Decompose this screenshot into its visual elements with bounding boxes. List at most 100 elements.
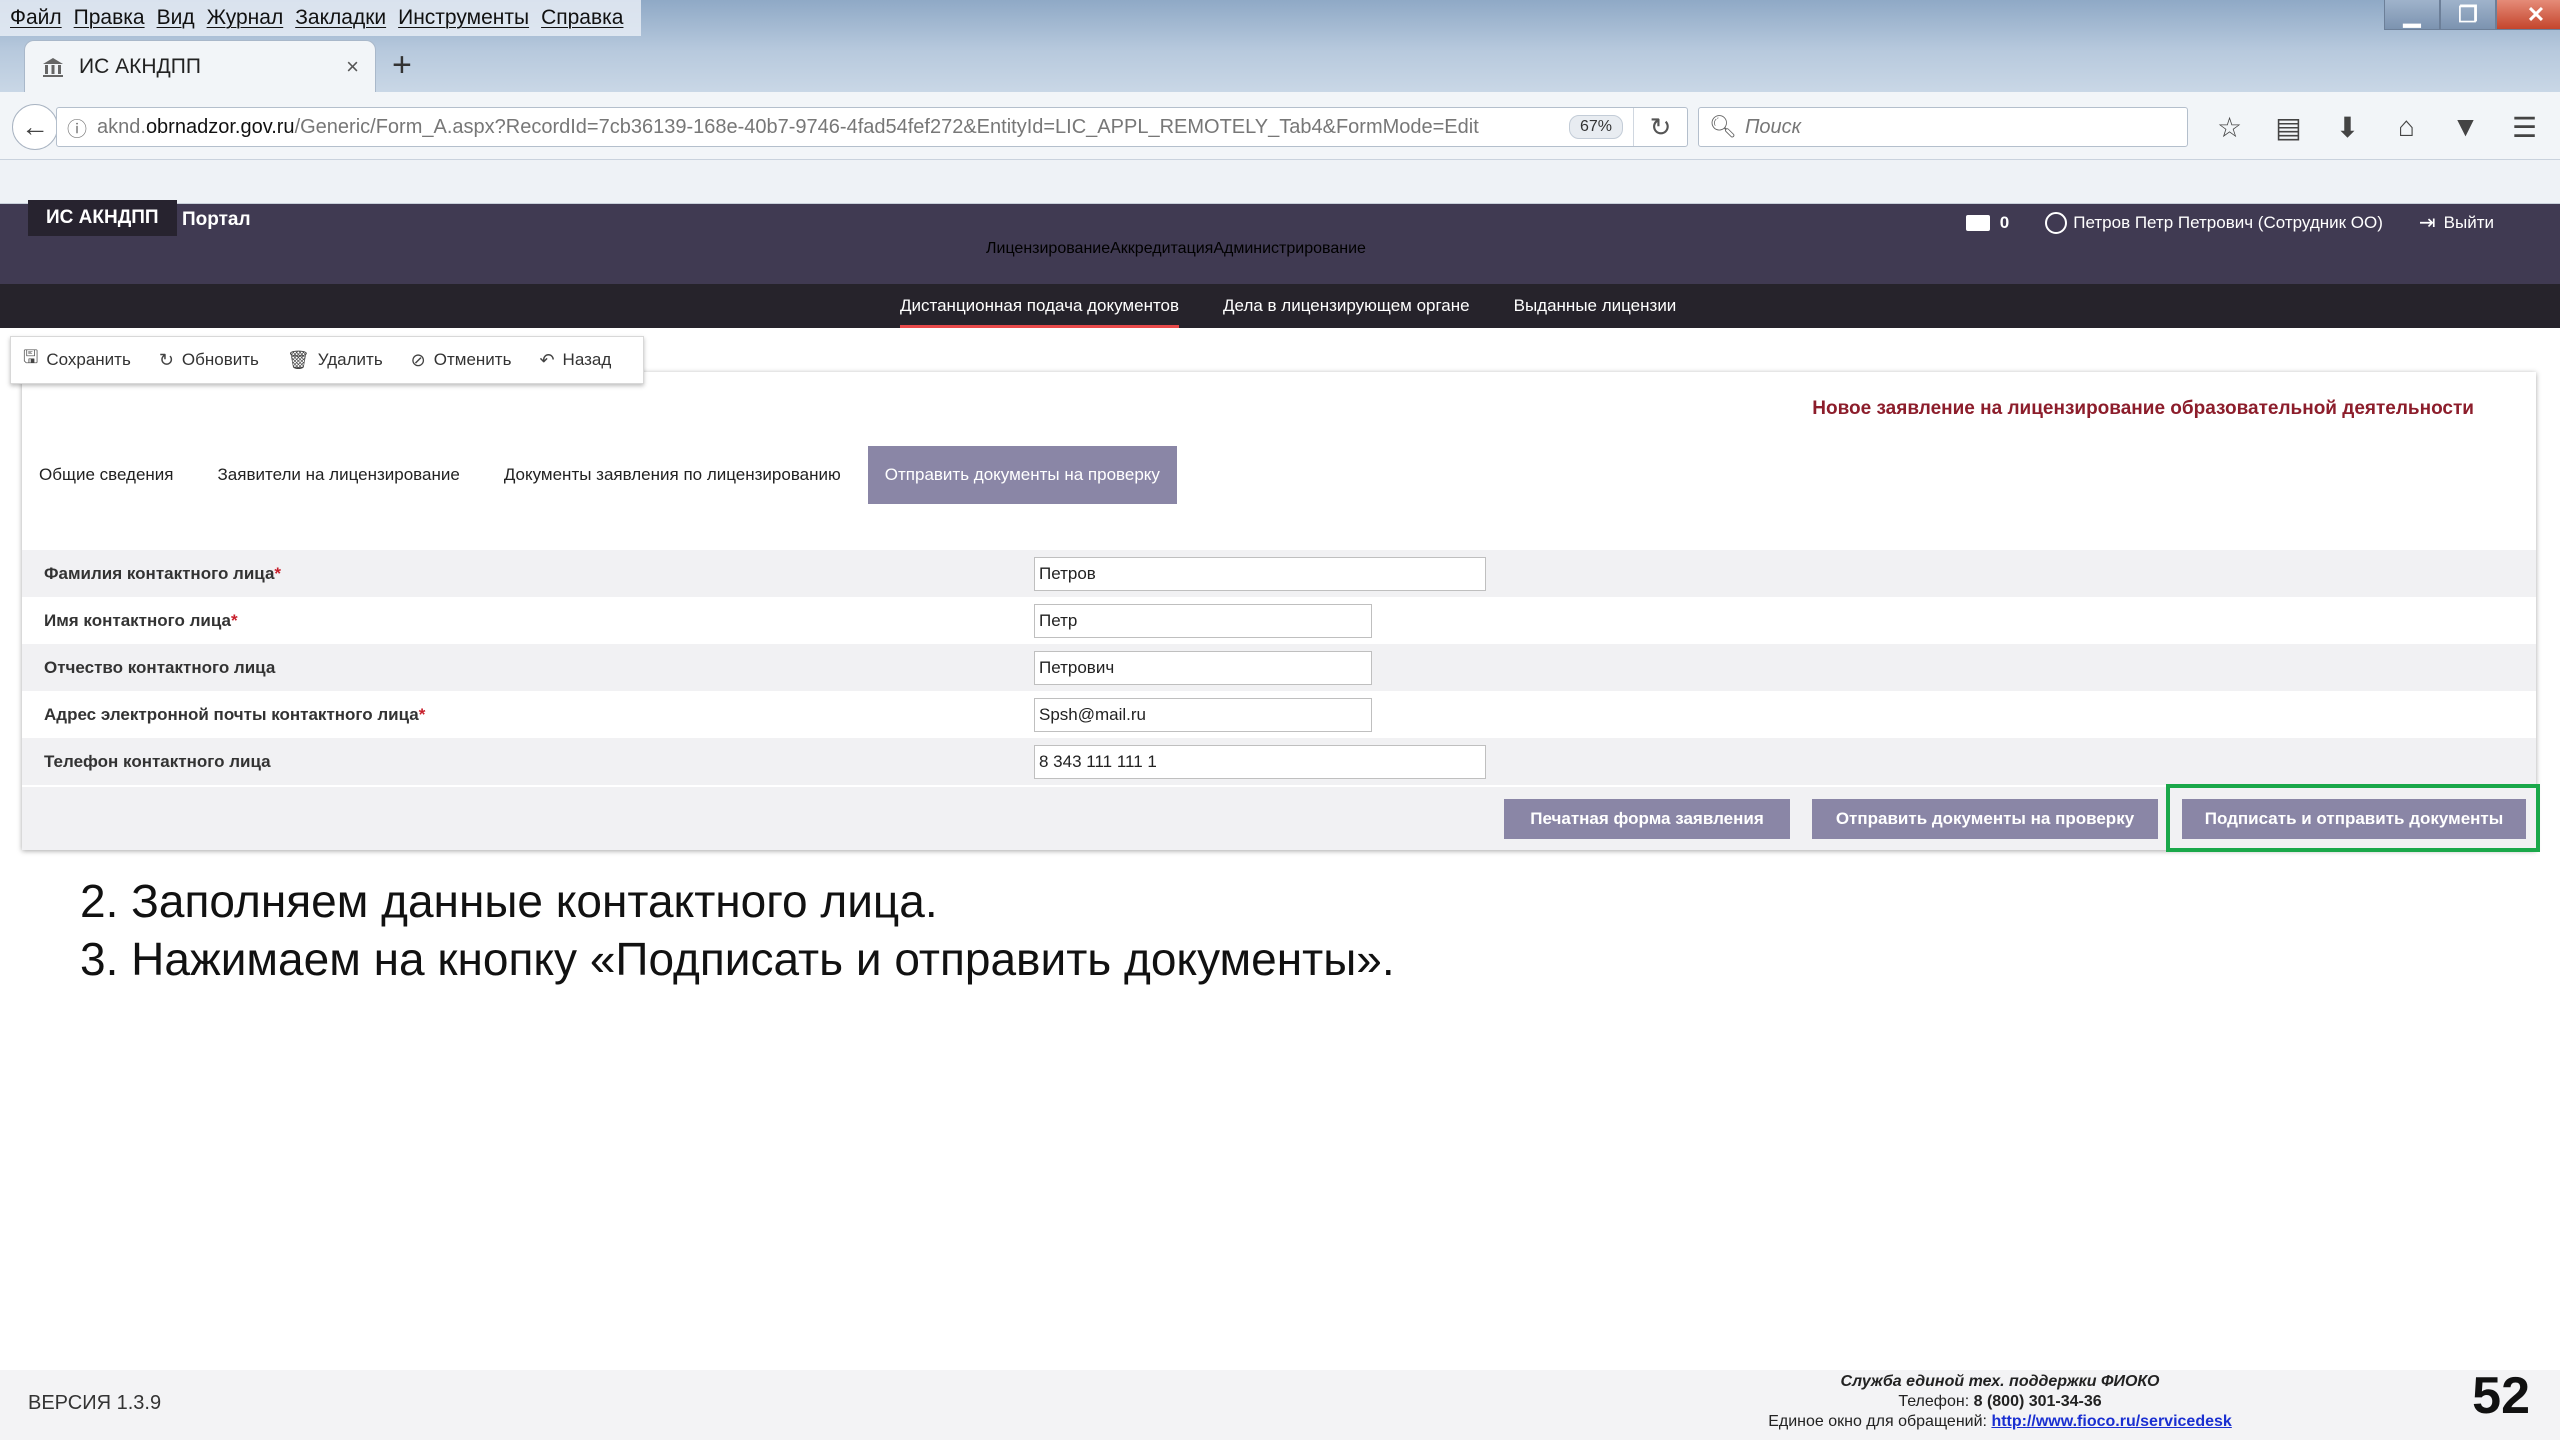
reload-icon[interactable]: ↻	[1633, 108, 1687, 146]
back-arrow-icon[interactable]: ←	[12, 104, 58, 150]
nav-accreditation[interactable]: Аккредитация	[1110, 240, 1213, 284]
hamburger-menu-icon[interactable]: ☰	[2495, 106, 2554, 148]
pocket-icon[interactable]: ▼	[2436, 106, 2495, 148]
back-button[interactable]: ↶ Назад	[539, 350, 611, 371]
subnav-issued-licenses[interactable]: Выданные лицензии	[1514, 284, 1677, 328]
field-row-email: Адрес электронной почты контактного лица…	[22, 691, 2536, 738]
support-phone-line: Телефон: 8 (800) 301-34-36	[1898, 1393, 2102, 1410]
field-row-last-name: Фамилия контактного лица*	[22, 550, 2536, 597]
field-row-first-name: Имя контактного лица*	[22, 597, 2536, 644]
menu-history[interactable]: Журнал	[207, 6, 284, 30]
step-2: 2. Заполняем данные контактного лица.	[80, 875, 938, 927]
support-phone: 8 (800) 301-34-36	[1973, 1393, 2102, 1410]
maximize-button[interactable]: ❐	[2440, 0, 2496, 30]
label-email: Адрес электронной почты контактного лица…	[44, 704, 426, 724]
form-panel: Новое заявление на лицензирование образо…	[22, 372, 2536, 850]
header-user-area: 0 Петров Петр Петрович (Сотрудник ОО) ⇥ …	[1965, 210, 2494, 235]
support-info: Служба единой тех. поддержки ФИОКО Телеф…	[1700, 1372, 2300, 1432]
label-phone: Телефон контактного лица	[44, 751, 271, 771]
menu-bookmarks[interactable]: Закладки	[295, 6, 386, 30]
logout-link[interactable]: Выйти	[2444, 213, 2494, 233]
bookmark-star-icon[interactable]: ☆	[2200, 106, 2259, 148]
tab-general[interactable]: Общие сведения	[22, 446, 191, 504]
label-first-name: Имя контактного лица*	[44, 610, 238, 630]
last-name-input[interactable]	[1034, 556, 1486, 591]
undo-icon: ↶	[539, 349, 555, 370]
form-title: Новое заявление на лицензирование образо…	[1812, 398, 2474, 419]
subnav-remote-submission[interactable]: Дистанционная подача документов	[900, 284, 1180, 328]
search-input[interactable]: 🔍︎ Поиск	[1698, 107, 2188, 147]
middle-name-input[interactable]	[1034, 650, 1372, 685]
app-brand[interactable]: ИС АКНДПП	[28, 200, 177, 236]
window-controls: ▁ ❐ ✕	[2384, 0, 2560, 30]
info-icon[interactable]: ⓘ	[57, 113, 97, 142]
delete-button[interactable]: 🗑︎ Удалить	[287, 350, 383, 371]
contact-fields: Фамилия контактного лица* Имя контактног…	[22, 550, 2536, 785]
close-window-button[interactable]: ✕	[2496, 0, 2560, 30]
search-icon: 🔍︎	[1709, 114, 1737, 139]
address-bar[interactable]: ⓘ aknd.obrnadzor.gov.ru/Generic/Form_A.a…	[56, 107, 1688, 147]
browser-navbar: ← ⓘ aknd.obrnadzor.gov.ru/Generic/Form_A…	[0, 92, 2560, 160]
ban-icon: ⊘	[410, 349, 426, 370]
home-icon[interactable]: ⌂	[2377, 106, 2436, 148]
menu-tools[interactable]: Инструменты	[398, 6, 529, 30]
envelope-icon[interactable]	[1965, 214, 1990, 231]
bookmarks-bar	[0, 160, 2560, 204]
support-window-line: Единое окно для обращений: http://www.fi…	[1768, 1413, 2232, 1430]
url-text[interactable]: aknd.obrnadzor.gov.ru/Generic/Form_A.asp…	[97, 116, 1569, 139]
download-icon[interactable]: ⬇	[2318, 106, 2377, 148]
nav-administration[interactable]: Администрирование	[1213, 240, 1366, 284]
first-name-input[interactable]	[1034, 603, 1372, 638]
field-row-middle-name: Отчество контактного лица	[22, 644, 2536, 691]
label-last-name: Фамилия контактного лица*	[44, 563, 282, 583]
browser-tab[interactable]: ИС АКНДПП ×	[24, 40, 376, 92]
slide-page-number: 52	[2472, 1367, 2530, 1425]
trash-icon: 🗑︎	[286, 349, 310, 370]
main-nav: Лицензирование Аккредитация Администриро…	[986, 240, 1366, 284]
servicedesk-link[interactable]: http://www.fioco.ru/servicedesk	[1991, 1413, 2231, 1430]
browser-toolbar-icons: ☆ ▤ ⬇ ⌂ ▼ ☰	[2200, 106, 2554, 148]
send-for-check-button[interactable]: Отправить документы на проверку	[1812, 799, 2158, 839]
new-tab-button[interactable]: +	[392, 46, 412, 85]
tab-send-for-check[interactable]: Отправить документы на проверку	[867, 446, 1177, 504]
menu-file[interactable]: Файл	[10, 6, 62, 30]
building-icon	[43, 57, 63, 77]
cancel-button[interactable]: ⊘ Отменить	[411, 350, 512, 371]
version-label: ВЕРСИЯ 1.3.9	[28, 1392, 162, 1414]
zoom-indicator[interactable]: 67%	[1568, 115, 1623, 139]
support-title: Служба единой тех. поддержки ФИОКО	[1840, 1373, 2160, 1390]
url-path: /Generic/Form_A.aspx?RecordId=7cb36139-1…	[294, 115, 1479, 138]
search-placeholder: Поиск	[1744, 115, 1802, 138]
tab-title: ИС АКНДПП	[79, 54, 201, 78]
nav-licensing[interactable]: Лицензирование	[986, 240, 1110, 284]
phone-input[interactable]	[1034, 744, 1486, 779]
menu-help[interactable]: Справка	[541, 6, 623, 30]
floppy-icon: 🖫︎	[23, 347, 39, 367]
print-form-button[interactable]: Печатная форма заявления	[1504, 799, 1790, 839]
form-actions: Печатная форма заявления Отправить докум…	[22, 787, 2536, 850]
menu-edit[interactable]: Правка	[74, 6, 145, 30]
instruction-text: 2. Заполняем данные контактного лица. 3.…	[80, 872, 1395, 988]
label-middle-name: Отчество контактного лица	[44, 657, 276, 677]
bookmarks-list-icon[interactable]: ▤	[2259, 106, 2318, 148]
url-host: obrnadzor.gov.ru	[145, 115, 295, 138]
email-input[interactable]	[1034, 697, 1372, 732]
field-row-phone: Телефон контактного лица	[22, 738, 2536, 785]
tab-documents[interactable]: Документы заявления по лицензированию	[487, 446, 858, 504]
form-tabs: Общие сведения Заявители на лицензирован…	[22, 446, 1187, 504]
menu-view[interactable]: Вид	[157, 6, 195, 30]
portal-link[interactable]: Портал	[182, 209, 251, 231]
minimize-button[interactable]: ▁	[2384, 0, 2440, 30]
sign-and-send-button[interactable]: Подписать и отправить документы	[2182, 799, 2526, 839]
logout-icon[interactable]: ⇥	[2419, 210, 2436, 235]
messages-count[interactable]: 0	[2000, 213, 2009, 233]
tab-close-icon[interactable]: ×	[346, 54, 359, 80]
save-button[interactable]: 🖫︎ Сохранить	[23, 345, 131, 375]
form-toolbar: 🖫︎ Сохранить ↻ Обновить 🗑︎ Удалить ⊘ Отменит…	[10, 336, 644, 384]
user-icon	[2045, 211, 2068, 234]
refresh-icon: ↻	[158, 349, 174, 370]
subnav-cases[interactable]: Дела в лицензирующем органе	[1223, 284, 1470, 328]
refresh-button[interactable]: ↻ Обновить	[159, 350, 259, 371]
tab-applicants[interactable]: Заявители на лицензирование	[201, 446, 477, 504]
user-name[interactable]: Петров Петр Петрович (Сотрудник ОО)	[2073, 213, 2383, 233]
